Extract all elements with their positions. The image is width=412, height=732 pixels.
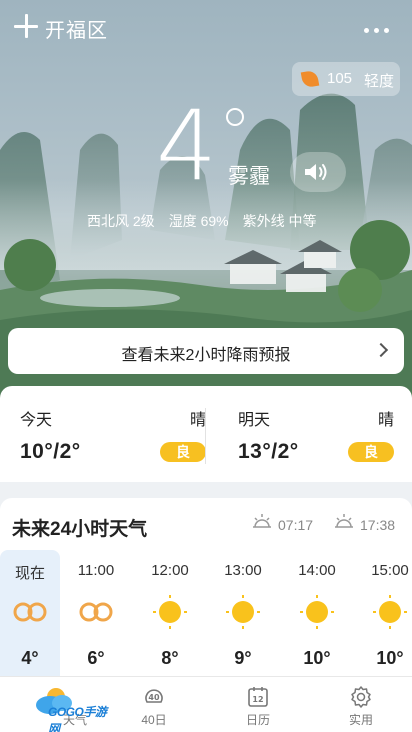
hour-temp: 8°: [161, 648, 179, 668]
air-quality-badge[interactable]: 105 轻度: [292, 62, 400, 96]
hour-item[interactable]: 现在 4°: [0, 550, 60, 680]
forty-day-icon: 40: [145, 689, 163, 703]
nav-item-40day[interactable]: 40 40日: [114, 677, 194, 732]
speaker-icon: [305, 164, 327, 180]
wind-info: 西北风 2级: [87, 213, 155, 229]
sunrise-time: 07:17: [278, 517, 314, 533]
hour-time: 14:00: [298, 562, 336, 579]
haze-icon: [79, 602, 113, 622]
sun-icon: [226, 595, 260, 629]
divider: [205, 408, 206, 464]
forecast-range: 10°/2°: [20, 440, 81, 463]
watermark-text: GOGO手游网: [48, 705, 107, 732]
nav-item-tools[interactable]: 实用: [321, 677, 401, 732]
hour-temp: 10°: [376, 648, 404, 668]
hour-temp: 6°: [87, 648, 105, 668]
hour-item[interactable]: 13:00 9°: [213, 550, 273, 680]
nav-item-calendar[interactable]: 12 日历: [218, 677, 298, 732]
current-condition: 雾霾: [228, 165, 270, 188]
sun-icon: [300, 595, 334, 629]
forecast-today[interactable]: 今天 晴 10°/2° 良: [20, 406, 206, 466]
hour-time: 15:00: [371, 562, 409, 579]
city-name[interactable]: 开福区: [45, 14, 108, 43]
hour-item[interactable]: 14:00 10°: [287, 550, 347, 680]
nav-label: 日历: [245, 713, 270, 727]
nav-label: 实用: [348, 713, 373, 727]
forecast-tomorrow[interactable]: 明天 晴 13°/2° 良: [238, 406, 394, 466]
hour-item[interactable]: 12:00 8°: [140, 550, 200, 680]
add-city-icon[interactable]: [14, 14, 38, 38]
current-temperature: 4: [156, 90, 218, 202]
forecast-weather: 晴: [189, 412, 206, 429]
air-quality-tag: 良: [160, 442, 206, 462]
forty-day-badge: 40: [148, 693, 160, 702]
air-quality-tag: 良: [348, 442, 394, 462]
hour-time: 12:00: [151, 562, 189, 579]
degree-symbol: [226, 108, 244, 126]
sunrise-icon: [253, 514, 271, 528]
sun-icon: [153, 595, 187, 629]
rain-forecast-button[interactable]: 查看未来2小时降雨预报: [8, 328, 404, 374]
sunset-time: 17:38: [360, 517, 396, 533]
hourly-forecast-card: 未来24小时天气 07:17 17:38 现在 4° 11:00 6° 12:0…: [0, 498, 412, 680]
hour-item[interactable]: 11:00 6°: [66, 550, 126, 680]
rain-forecast-label: 查看未来2小时降雨预报: [121, 347, 291, 364]
calendar-badge: 12: [252, 695, 263, 704]
hour-item[interactable]: 15:00 10°: [360, 550, 412, 680]
aqi-value: 105: [327, 70, 353, 87]
forecast-day: 今天: [20, 412, 53, 429]
more-menu-icon[interactable]: [364, 28, 390, 34]
aqi-level: 轻度: [364, 73, 395, 90]
forecast-day: 明天: [238, 412, 271, 429]
daily-forecast-card: 今天 晴 10°/2° 良 明天 晴 13°/2° 良: [0, 386, 412, 482]
hour-time: 11:00: [77, 562, 115, 579]
uv-info: 紫外线 中等: [242, 213, 317, 229]
top-bar: 开福区: [0, 0, 412, 52]
hourly-list[interactable]: 现在 4° 11:00 6° 12:00 8° 13:00 9° 14:00 1…: [0, 550, 412, 680]
weather-details: 西北风 2级 湿度 69% 紫外线 中等: [87, 211, 331, 231]
gear-icon: [351, 686, 371, 708]
forecast-range: 13°/2°: [238, 440, 299, 463]
hour-temp: 4°: [21, 648, 39, 668]
hourly-title: 未来24小时天气: [12, 519, 148, 540]
voice-broadcast-button[interactable]: [290, 152, 346, 192]
sun-icon: [373, 595, 407, 629]
haze-icon: [13, 602, 47, 622]
sunset-icon: [335, 514, 353, 528]
calendar-icon: 12: [248, 687, 268, 707]
hour-time: 13:00: [224, 562, 262, 579]
nav-label: 40日: [141, 713, 167, 727]
watermark-logo: GOGO手游网: [30, 683, 116, 732]
hour-temp: 9°: [234, 648, 252, 668]
leaf-icon: [300, 69, 320, 89]
forecast-weather: 晴: [377, 412, 394, 429]
humidity-info: 湿度 69%: [168, 213, 229, 229]
hour-temp: 10°: [303, 648, 331, 668]
hour-time: 现在: [14, 565, 45, 582]
